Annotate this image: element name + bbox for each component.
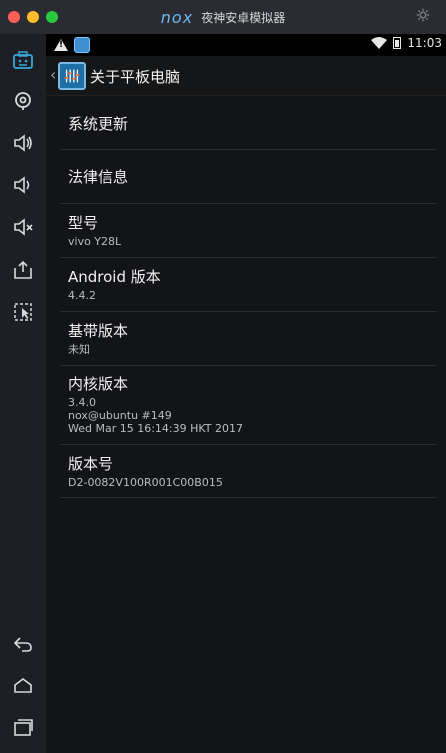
nox-logo: nox [160,7,194,27]
item-title: Android 版本 [68,268,161,286]
list-item-model: 型号 vivo Y28L [60,204,437,258]
wifi-icon [371,37,388,49]
screenshot-icon[interactable] [11,258,35,282]
location-icon[interactable] [11,89,35,113]
settings-app-icon[interactable] [58,62,86,90]
status-bar: 11:03 [46,34,446,56]
action-bar: ‹ 关于平板电脑 [46,56,446,96]
list-item-build-number[interactable]: 版本号 D2-0082V100R001C00B015 [60,445,437,498]
keyboard-icon[interactable] [11,49,35,73]
item-summary-line: nox@ubuntu #149 [68,409,172,422]
page-title: 关于平板电脑 [90,68,181,86]
item-summary: D2-0082V100R001C00B015 [68,476,223,489]
emulator-sidebar [0,34,46,753]
list-item-system-update[interactable]: 系统更新 [60,96,437,150]
list-item-legal-info[interactable]: 法律信息 [60,150,437,204]
window-branding: nox 夜神安卓模拟器 [0,0,446,34]
nox-notification-icon [74,37,90,53]
item-title: 版本号 [68,455,114,473]
item-title: 法律信息 [68,168,129,186]
item-title: 基带版本 [68,322,129,340]
item-summary-line: 3.4.0 [68,396,96,409]
item-title: 内核版本 [68,375,129,393]
item-summary: 4.4.2 [68,289,96,302]
warning-icon [54,39,68,51]
android-screen: 11:03 ‹ 关于平板电脑 系统更新 法律信息 型号 vivo Y28L An… [46,34,446,753]
about-tablet-list: 系统更新 法律信息 型号 vivo Y28L Android 版本 4.4.2 … [60,96,437,498]
list-item-kernel-version: 内核版本 3.4.0 nox@ubuntu #149 Wed Mar 15 16… [60,366,437,445]
recents-icon[interactable] [11,715,35,739]
list-item-android-version[interactable]: Android 版本 4.4.2 [60,258,437,312]
status-time: 11:03 [407,36,442,50]
battery-icon [393,37,402,49]
window-title: 夜神安卓模拟器 [201,10,286,25]
mute-icon[interactable] [11,215,35,239]
item-summary-line: Wed Mar 15 16:14:39 HKT 2017 [68,422,243,435]
volume-down-icon[interactable] [11,173,35,197]
item-summary: vivo Y28L [68,235,122,248]
title-bar: nox 夜神安卓模拟器 [0,0,446,34]
back-icon[interactable] [11,632,35,656]
settings-gear-icon[interactable] [414,8,432,26]
item-title: 系统更新 [68,115,129,133]
multi-instance-icon[interactable] [11,300,35,324]
volume-up-icon[interactable] [11,131,35,155]
up-navigation-icon[interactable]: ‹ [50,65,56,84]
home-icon[interactable] [11,674,35,698]
item-summary: 未知 [68,343,90,356]
item-title: 型号 [68,214,99,232]
list-item-baseband-version: 基带版本 未知 [60,312,437,366]
